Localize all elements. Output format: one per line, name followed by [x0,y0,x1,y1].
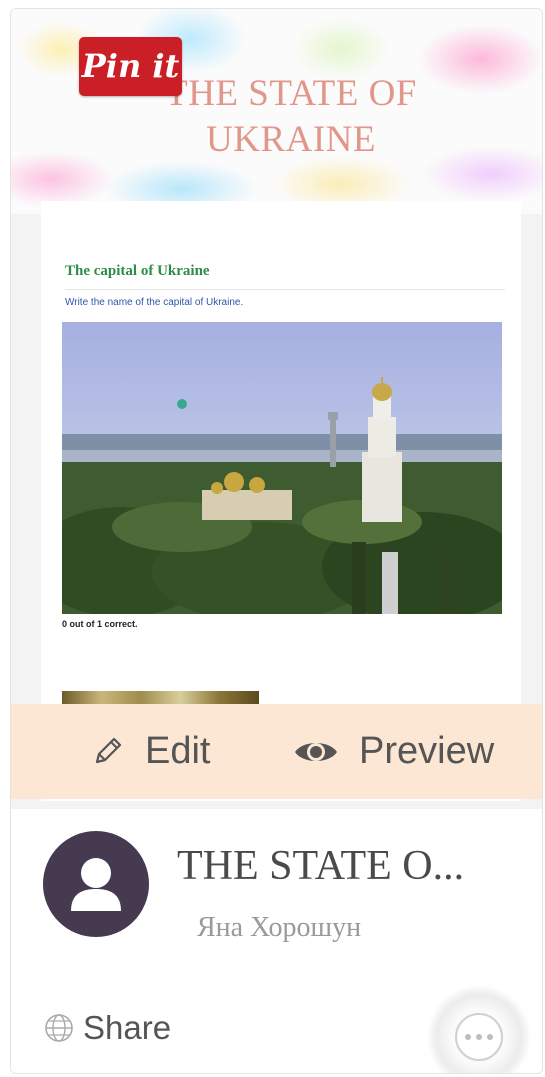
preview-label: Preview [359,730,495,772]
ellipsis-icon [455,1013,503,1061]
eye-icon [295,742,337,761]
author-avatar[interactable] [43,831,149,937]
pencil-icon [95,737,122,763]
kyiv-photo [62,322,502,614]
more-options-button[interactable] [431,989,527,1073]
preview-button[interactable]: Preview [293,704,494,799]
question-divider [65,289,505,290]
action-toolbar: Edit Preview [11,704,542,799]
question-instructions: Write the name of the capital of Ukraine… [65,297,244,308]
author-name[interactable]: Яна Хорошун [197,912,361,944]
edit-label: Edit [145,730,211,772]
globe-icon [45,1014,73,1042]
edit-button[interactable]: Edit [89,704,210,799]
user-icon [71,858,121,911]
share-button[interactable]: Share [43,1009,171,1047]
share-label: Share [83,1009,172,1046]
kyiv-skyline-image [62,322,502,614]
pinterest-pin-button[interactable]: Pin it [79,37,182,96]
project-preview[interactable]: THE STATE OF UKRAINE Pin it The capital … [11,9,542,809]
project-title[interactable]: THE STATE O... [177,842,527,890]
question-title: The capital of Ukraine [65,263,210,279]
project-info: THE STATE O... Яна Хорошун Share [11,809,542,1073]
project-card: THE STATE OF UKRAINE Pin it The capital … [10,8,543,1074]
score-caption: 0 out of 1 correct. [62,619,138,629]
